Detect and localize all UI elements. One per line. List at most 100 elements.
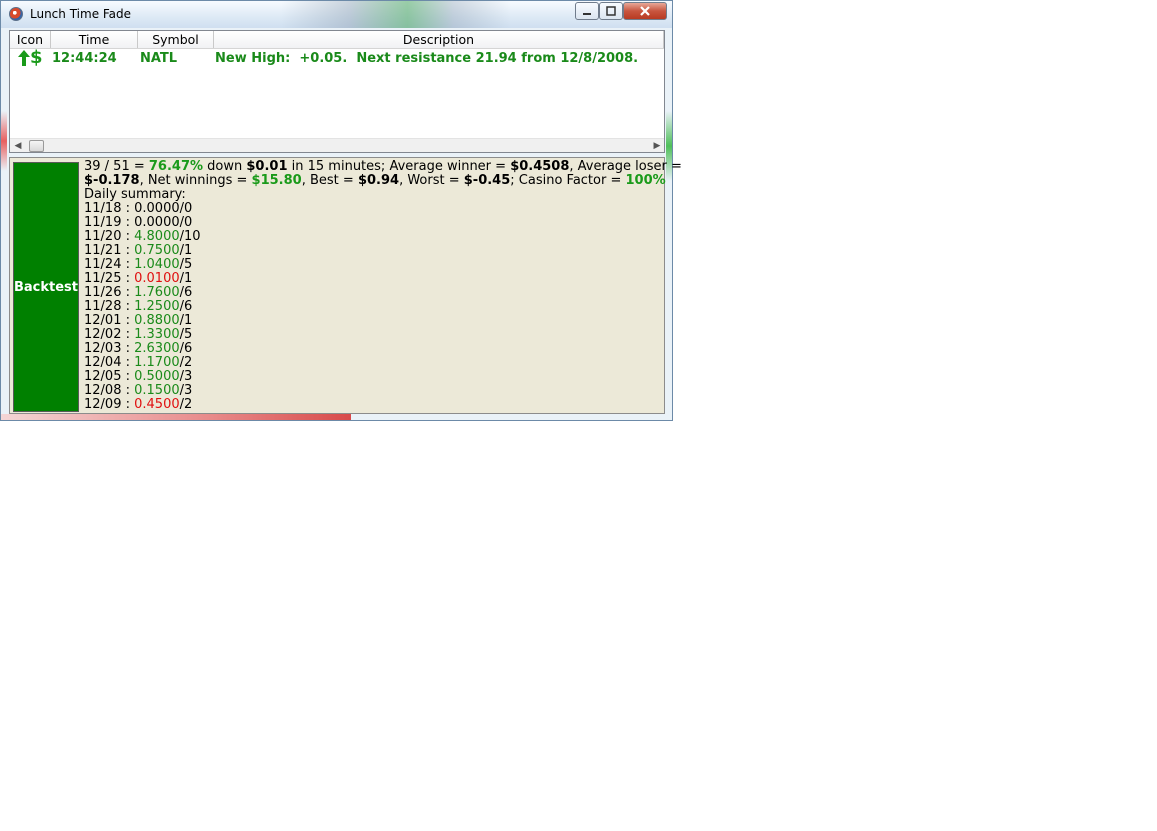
daily-value: 0.7500 (134, 243, 180, 258)
summary-line-2: $-0.178, Net winnings = $15.80, Best = $… (84, 173, 666, 188)
dollar-icon: $ (30, 47, 43, 68)
daily-summary-row: 11/28 : 1.2500/6 (84, 300, 664, 314)
backtest-button[interactable]: Backtest (13, 162, 79, 412)
summary-text: , Average loser = (569, 159, 682, 174)
daily-date: 11/19 (84, 215, 122, 230)
daily-count: /5 (179, 327, 193, 342)
daily-count: /1 (179, 243, 193, 258)
daily-value: 1.2500 (134, 299, 180, 314)
scroll-left-icon[interactable]: ◀ (11, 139, 25, 152)
daily-date: 11/20 (84, 229, 122, 244)
column-header-icon[interactable]: Icon (10, 31, 51, 48)
title-bar-glass (281, 1, 511, 28)
daily-summary-row: 11/18 : 0.0000/0 (84, 202, 664, 216)
app-window: Lunch Time Fade Icon Time Symbol Descrip… (0, 0, 682, 421)
daily-date: 12/08 (84, 383, 122, 398)
daily-date: 12/05 (84, 369, 122, 384)
summary-line-1: 39 / 51 = 76.47% down $0.01 in 15 minute… (84, 159, 682, 174)
daily-separator: : (121, 369, 135, 384)
daily-count: /0 (179, 215, 193, 230)
alert-row[interactable]: $ 12:44:24 NATL New High: +0.05. Next re… (10, 47, 664, 69)
daily-count: /0 (179, 201, 193, 216)
alerts-list[interactable]: Icon Time Symbol Description $ 12:44:24 … (9, 30, 665, 153)
daily-date: 12/01 (84, 313, 122, 328)
ratio-text: 39 / 51 = (84, 159, 149, 174)
summary-text: , Net winnings = (139, 173, 252, 188)
daily-separator: : (121, 299, 135, 314)
summary-text: , Best = (301, 173, 358, 188)
net-winnings: $15.80 (251, 173, 302, 188)
daily-date: 11/26 (84, 285, 122, 300)
daily-date: 12/04 (84, 355, 122, 370)
backtest-panel: Backtest 39 / 51 = 76.47% down $0.01 in … (9, 157, 682, 414)
daily-value: 1.7600 (134, 285, 180, 300)
daily-date: 11/24 (84, 257, 122, 272)
daily-separator: : (121, 355, 135, 370)
daily-separator: : (121, 215, 135, 230)
daily-summary-row: 11/21 : 0.7500/1 (84, 244, 664, 258)
daily-separator: : (121, 341, 135, 356)
window-title: Lunch Time Fade (30, 7, 132, 21)
column-header-time[interactable]: Time (51, 31, 138, 48)
daily-summary-row: 11/25 : 0.0100/1 (84, 272, 664, 286)
daily-summary-label: Daily summary: (84, 187, 186, 202)
minimize-button[interactable] (575, 2, 599, 20)
daily-value: 0.0000 (134, 215, 180, 230)
daily-value: 0.4500 (134, 397, 180, 412)
daily-value: 0.5000 (134, 369, 180, 384)
daily-count: /6 (179, 299, 193, 314)
daily-summary-row: 12/08 : 0.1500/3 (84, 384, 664, 398)
restore-icon (606, 6, 616, 16)
daily-count: /1 (179, 313, 193, 328)
daily-count: /5 (179, 257, 193, 272)
daily-separator: : (121, 229, 135, 244)
list-header: Icon Time Symbol Description (10, 31, 664, 49)
daily-value: 0.0000 (134, 201, 180, 216)
close-icon (640, 6, 650, 16)
column-header-description[interactable]: Description (214, 31, 664, 48)
daily-count: /1 (179, 271, 193, 286)
minimize-icon (583, 13, 591, 15)
casino-factor: 100% (625, 173, 666, 188)
daily-summary-list: 11/18 : 0.0000/0 11/19 : 0.0000/0 11/20 : … (84, 202, 664, 412)
daily-summary-row: 11/26 : 1.7600/6 (84, 286, 664, 300)
scroll-right-icon[interactable]: ▶ (650, 139, 664, 152)
daily-summary-row: 11/24 : 1.0400/5 (84, 258, 664, 272)
daily-value: 0.8800 (134, 313, 180, 328)
scrollbar-thumb[interactable] (29, 140, 44, 152)
up-arrow-icon (18, 50, 30, 66)
alert-symbol: NATL (140, 51, 178, 66)
app-icon[interactable] (9, 7, 23, 21)
daily-summary-row: 11/20 : 4.8000/10 (84, 230, 664, 244)
daily-date: 11/21 (84, 243, 122, 258)
daily-summary-row: 12/04 : 1.1700/2 (84, 356, 664, 370)
daily-separator: : (121, 243, 135, 258)
daily-summary-row: 12/09 : 0.4500/2 (84, 398, 664, 412)
daily-count: /3 (179, 383, 193, 398)
daily-count: /10 (179, 229, 201, 244)
horizontal-scrollbar[interactable]: ◀ ▶ (10, 138, 664, 152)
daily-count: /2 (179, 355, 193, 370)
summary-text: in 15 minutes; Average winner = (287, 159, 511, 174)
window-edge-decoration (1, 414, 351, 420)
daily-summary-row: 12/01 : 0.8800/1 (84, 314, 664, 328)
maximize-button[interactable] (599, 2, 623, 20)
daily-value: 0.0100 (134, 271, 180, 286)
daily-value: 1.3300 (134, 327, 180, 342)
daily-separator: : (121, 257, 135, 272)
column-header-symbol[interactable]: Symbol (138, 31, 214, 48)
daily-summary-row: 11/19 : 0.0000/0 (84, 216, 664, 230)
title-bar[interactable]: Lunch Time Fade (1, 1, 672, 28)
daily-count: /3 (179, 369, 193, 384)
daily-date: 12/02 (84, 327, 122, 342)
daily-value: 2.6300 (134, 341, 180, 356)
daily-separator: : (121, 313, 135, 328)
success-pct: 76.47% (148, 159, 204, 174)
close-button[interactable] (623, 2, 667, 20)
daily-summary-row: 12/03 : 2.6300/6 (84, 342, 664, 356)
daily-value: 1.0400 (134, 257, 180, 272)
worst-value: $-0.45 (463, 173, 511, 188)
daily-date: 11/28 (84, 299, 122, 314)
daily-value: 0.1500 (134, 383, 180, 398)
backtest-results: 39 / 51 = 76.47% down $0.01 in 15 minute… (84, 159, 682, 412)
